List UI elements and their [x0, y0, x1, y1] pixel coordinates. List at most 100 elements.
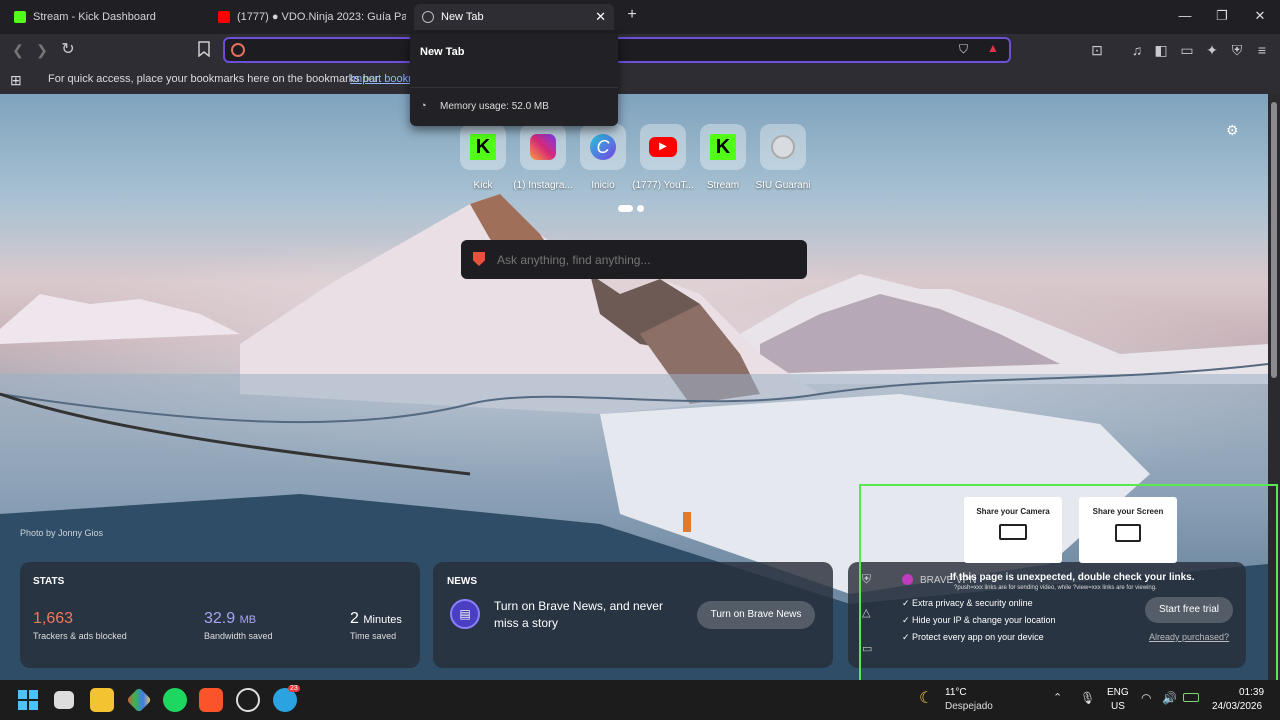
tab-new-tab[interactable]: New Tab ✕: [414, 4, 614, 30]
stats-heading: STATS: [33, 576, 65, 587]
tab-title: Stream - Kick Dashboard: [33, 11, 156, 23]
stats-card: STATS 1,663 Trackers & ads blocked 32.9 …: [20, 562, 420, 668]
hover-card-divider: [410, 87, 618, 88]
language-us[interactable]: US: [1111, 701, 1125, 712]
volume-icon[interactable]: 🔊: [1162, 691, 1177, 705]
page-dot[interactable]: [637, 205, 644, 212]
bookmarks-message: For quick access, place your bookmarks h…: [48, 73, 382, 85]
close-tab-icon[interactable]: ✕: [595, 9, 606, 25]
vpn-icon[interactable]: ⛨: [1228, 41, 1246, 59]
pagination-dots[interactable]: [618, 205, 644, 212]
clock-time[interactable]: 01:39: [1239, 687, 1264, 698]
kite-app-icon[interactable]: [126, 687, 152, 713]
taskbar: 23 ☾ 11°C Despejado ⌃ 🎙 ENG US ◠ 🔊 01:39…: [0, 680, 1280, 720]
monitor-icon: [1115, 524, 1141, 542]
rewards-icon[interactable]: ▲: [987, 41, 999, 55]
news-card: NEWS ▤ Turn on Brave News, and never mis…: [433, 562, 833, 668]
toolbar: ❮ ❯ ↻ ⛉ ▲ ⊡ ♫ ◧ ▭ ✦ ⛨ ≡: [0, 34, 1280, 66]
task-view-icon[interactable]: [54, 691, 74, 709]
share-screen-label: Share your Screen: [1092, 507, 1164, 516]
globe-icon: [771, 135, 795, 159]
stat-unit: Minutes: [363, 614, 402, 626]
minimize-icon[interactable]: —: [1175, 8, 1195, 23]
instagram-icon: [530, 134, 556, 160]
stat-label: Trackers & ads blocked: [33, 631, 127, 641]
media-icon[interactable]: ♫: [1128, 41, 1146, 59]
scrollbar-thumb[interactable]: [1271, 102, 1277, 378]
stat-value: 1,663: [33, 610, 74, 627]
site-info-icon[interactable]: [231, 43, 245, 57]
search-input[interactable]: [497, 250, 787, 270]
tab-vdo-ninja[interactable]: (1777) ● VDO.Ninja 2023: Guía Paso: [210, 4, 406, 30]
obs-icon[interactable]: [236, 688, 260, 712]
photo-credit[interactable]: Photo by Jonny Gios: [20, 528, 103, 538]
hover-card-memory: Memory usage: 52.0 MB: [440, 101, 549, 112]
close-window-icon[interactable]: ✕: [1250, 8, 1270, 24]
unexpected-page-warning: If this page is unexpected, double check…: [950, 572, 1195, 583]
reload-icon[interactable]: ↻: [59, 41, 77, 59]
chevron-up-icon[interactable]: ⌃: [1053, 691, 1062, 704]
tab-strip: Stream - Kick Dashboard (1777) ● VDO.Nin…: [0, 0, 1280, 34]
bookmarks-bar: ⊞ For quick access, place your bookmarks…: [0, 66, 1280, 94]
leo-search-icon[interactable]: ⊡: [1088, 41, 1106, 59]
battery-icon[interactable]: [1183, 693, 1199, 702]
turn-on-news-button[interactable]: Turn on Brave News: [697, 601, 815, 629]
share-camera-label: Share your Camera: [976, 507, 1050, 516]
tab-kick-dashboard[interactable]: Stream - Kick Dashboard: [6, 4, 206, 30]
stat-time: 2 Minutes Time saved: [350, 610, 402, 641]
brave-browser-icon[interactable]: [199, 688, 223, 712]
news-text: Turn on Brave News, and never miss a sto…: [494, 599, 663, 630]
search-box[interactable]: [461, 240, 807, 279]
import-bookmarks-link[interactable]: Import bookm: [350, 73, 417, 85]
spotify-icon[interactable]: [163, 688, 187, 712]
language-eng[interactable]: ENG: [1107, 687, 1129, 698]
unexpected-page-note: ?push=xxx links are for sending video, w…: [954, 585, 1157, 591]
stat-value: 2: [350, 610, 359, 627]
microphone-icon[interactable]: 🎙: [1080, 691, 1095, 705]
telegram-badge: 23: [288, 685, 300, 692]
brave-icon: [422, 11, 434, 23]
stat-value: 32.9: [204, 610, 236, 627]
tab-title: New Tab: [441, 11, 484, 23]
hover-card-title: New Tab: [420, 46, 465, 58]
news-icon: ▤: [450, 599, 480, 629]
share-screen-button[interactable]: Share your Screen: [1079, 497, 1177, 563]
youtube-icon: [218, 11, 230, 23]
leo-ai-icon[interactable]: ✦: [1203, 41, 1221, 59]
kick-icon: [14, 11, 26, 23]
gear-icon[interactable]: ⚙: [1226, 122, 1239, 139]
canva-icon: C: [590, 134, 616, 160]
stat-label: Time saved: [350, 631, 397, 641]
file-explorer-icon[interactable]: [90, 688, 114, 712]
memory-icon: ◔: [420, 100, 427, 112]
tab-title: (1777) ● VDO.Ninja 2023: Guía Paso: [237, 11, 406, 23]
apps-grid-icon[interactable]: ⊞: [10, 72, 22, 89]
menu-icon[interactable]: ≡: [1253, 41, 1271, 59]
news-heading: NEWS: [447, 576, 477, 587]
stat-bandwidth: 32.9 MB Bandwidth saved: [204, 610, 273, 641]
page-dot-active[interactable]: [618, 205, 633, 212]
forward-icon[interactable]: ❯: [33, 41, 51, 59]
youtube-icon: ▶: [649, 137, 677, 157]
stat-trackers: 1,663 Trackers & ads blocked: [33, 610, 127, 641]
stat-label: Bandwidth saved: [204, 631, 273, 641]
share-camera-button[interactable]: Share your Camera: [964, 497, 1062, 563]
weather-desc[interactable]: Despejado: [945, 701, 993, 712]
back-icon[interactable]: ❮: [9, 41, 27, 59]
weather-temp[interactable]: 11°C: [945, 687, 967, 698]
kick-icon: K: [470, 134, 496, 160]
windows-start-icon[interactable]: [16, 688, 40, 712]
top-site-siu-guarani[interactable]: SIU Guarani: [747, 124, 819, 191]
clock-date[interactable]: 24/03/2026: [1212, 701, 1262, 712]
wallet-icon[interactable]: ▭: [1178, 41, 1196, 59]
top-site-label: SIU Guarani: [755, 180, 811, 191]
bookmark-icon[interactable]: [195, 41, 213, 59]
brave-search-icon: [473, 252, 485, 266]
new-tab-button[interactable]: +: [622, 6, 642, 24]
wifi-icon[interactable]: ◠: [1141, 691, 1151, 705]
shields-icon[interactable]: ⛉: [959, 42, 968, 57]
camera-icon: [999, 524, 1027, 540]
restore-icon[interactable]: ❐: [1212, 8, 1232, 24]
kick-icon: K: [710, 134, 736, 160]
sidebar-icon[interactable]: ◧: [1152, 41, 1170, 59]
